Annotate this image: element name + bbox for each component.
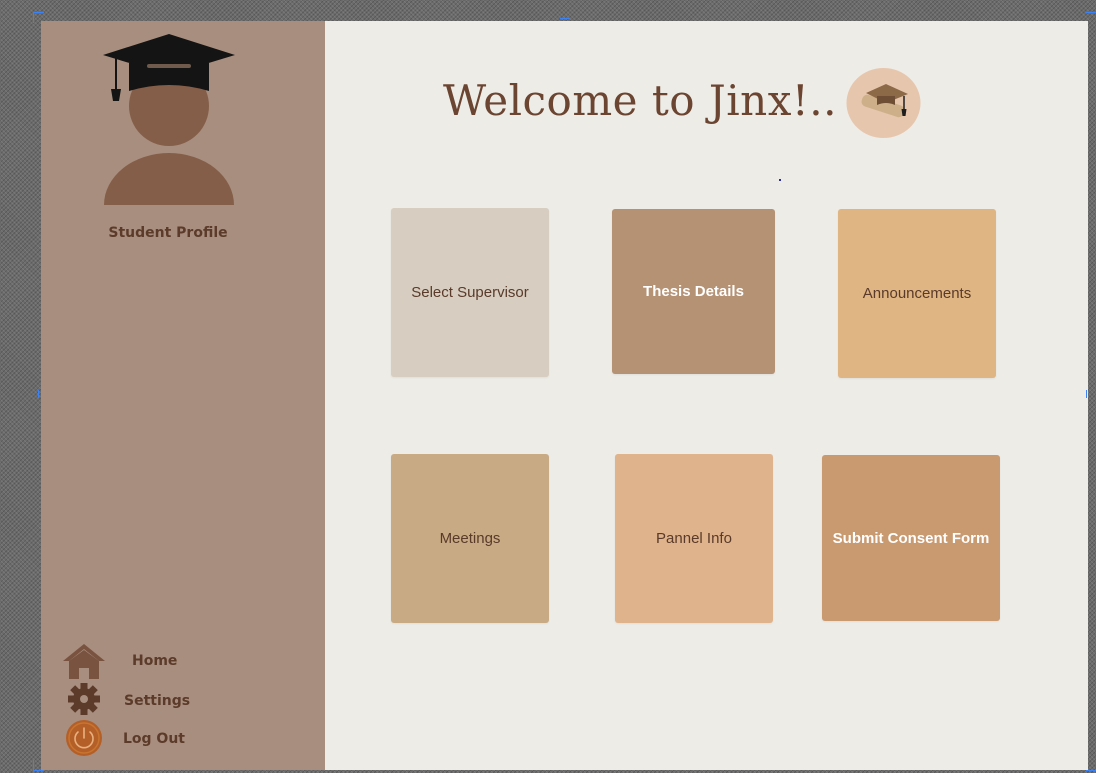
sidebar: Student Profile Home Settings Log Out [41,21,325,770]
home-icon [63,644,105,679]
main-content: Welcome to Jinx!.. Select Supervisor The… [325,21,1088,770]
nav-home-label: Home [132,653,178,669]
page-title: Welcome to Jinx!.. [443,76,837,125]
student-profile-label[interactable]: Student Profile [41,225,295,241]
nav-settings[interactable]: Settings [61,681,301,721]
resize-handle-top-left[interactable] [33,12,44,23]
resize-handle-right[interactable] [1086,390,1095,398]
thesis-details-button[interactable]: Thesis Details [612,209,775,374]
thesis-details-label: Thesis Details [643,283,744,300]
stray-dot [779,179,781,181]
pannel-info-button[interactable]: Pannel Info [615,454,773,623]
submit-consent-form-label: Submit Consent Form [832,529,990,547]
resize-handle-top-right[interactable] [1086,12,1096,23]
resize-handle-bottom-left[interactable] [33,760,44,771]
resize-handle-top[interactable] [560,10,570,19]
student-avatar-icon[interactable] [99,31,239,206]
nav-logout-label: Log Out [123,731,185,747]
meetings-label: Meetings [439,530,501,547]
announcements-button[interactable]: Announcements [838,209,996,378]
select-supervisor-label: Select Supervisor [411,284,529,301]
resize-handle-left[interactable] [30,390,39,398]
gear-icon [68,683,100,715]
resize-handle-bottom-right[interactable] [1086,760,1096,771]
announcements-label: Announcements [862,285,972,302]
submit-consent-form-button[interactable]: Submit Consent Form [822,455,1000,621]
nav-logout[interactable]: Log Out [61,719,301,759]
pannel-info-label: Pannel Info [656,530,732,547]
meetings-button[interactable]: Meetings [391,454,549,623]
nav-home[interactable]: Home [61,641,301,681]
nav-settings-label: Settings [124,693,191,709]
power-icon [66,720,102,756]
graduation-scroll-logo-icon [846,68,921,138]
select-supervisor-button[interactable]: Select Supervisor [391,208,549,377]
app-window: Student Profile Home Settings Log Out We… [41,21,1088,770]
